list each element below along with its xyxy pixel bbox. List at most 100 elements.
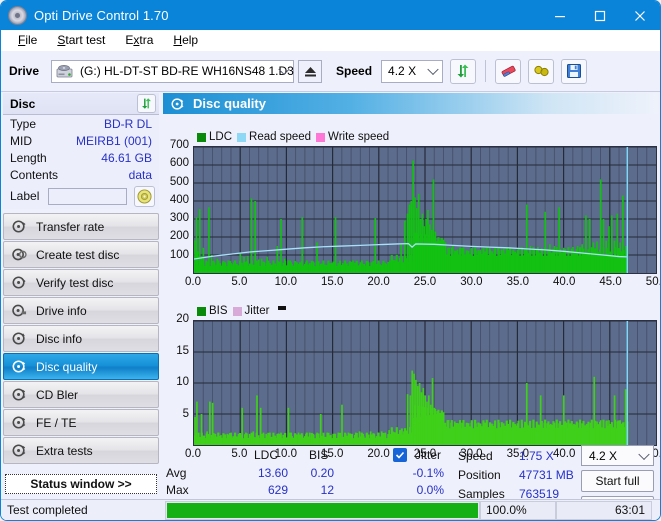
refresh-button[interactable] <box>450 58 477 84</box>
chart-bis-legend: BIS Jitter <box>197 305 287 317</box>
legend-label: BIS <box>209 305 228 317</box>
legend-swatch <box>237 132 247 142</box>
drive-select[interactable]: (G:) HL-DT-ST BD-RE WH16NS48 1.D3 <box>51 59 295 83</box>
x-axis-tick: 25.0 <box>413 276 437 288</box>
stats-speed-select[interactable]: 4.2 X <box>581 445 654 466</box>
disc-quality-icon <box>12 360 26 373</box>
x-axis-tick: 15.0 <box>320 276 344 288</box>
legend-label: LDC <box>209 131 233 143</box>
sidebar-item-cd-bler[interactable]: CD Bler <box>3 381 159 408</box>
erase-button[interactable] <box>495 58 522 84</box>
disc-row-value: 46.61 GB <box>101 150 152 165</box>
disc-panel-header: Disc <box>3 93 159 115</box>
save-button[interactable] <box>561 58 588 84</box>
toolbar-separator <box>485 60 487 82</box>
y-axis-tick-left: 300 <box>169 212 189 225</box>
stats-speed-label: Speed <box>458 449 493 463</box>
x-axis-tick: 50.0 <box>645 276 660 288</box>
status-bar: Test completed 100.0% 63:01 <box>1 499 660 520</box>
speed-value: 4.2 X <box>388 64 417 78</box>
chart-bis-plot <box>193 320 657 446</box>
disc-refresh-button[interactable] <box>137 94 156 113</box>
menu-bar: FFileile Start test Extra Help <box>1 30 660 51</box>
window-title: Opti Drive Control 1.70 <box>34 8 169 23</box>
legend-label: Write speed <box>328 131 390 143</box>
stats-row-max-jitter: 0.0% <box>416 483 444 497</box>
menu-start-test[interactable]: Start test <box>48 31 116 49</box>
stats-position-value: 47731 MB <box>519 468 574 482</box>
disc-row-key: Type <box>10 116 37 131</box>
disc-label-input[interactable] <box>48 187 128 205</box>
sidebar: Disc Type BD-R DL MID MEIRB1 (001) Lengt… <box>1 92 161 520</box>
elapsed-time: 63:01 <box>556 500 652 520</box>
maximize-icon[interactable] <box>580 1 620 30</box>
main-body: Disc Type BD-R DL MID MEIRB1 (001) Lengt… <box>1 92 660 520</box>
eraser-icon <box>501 65 516 77</box>
sidebar-item-label: Transfer rate <box>36 219 105 234</box>
legend-item-read-speed: Read speed <box>237 131 311 143</box>
disc-row-length: Length 46.61 GB <box>3 149 159 166</box>
sidebar-item-label: Drive info <box>36 303 87 318</box>
check-icon <box>395 451 405 459</box>
refresh-icon <box>142 98 151 109</box>
menu-extra[interactable]: Extra <box>116 31 164 49</box>
start-full-button[interactable]: Start full <box>581 470 654 492</box>
disc-info-icon <box>12 332 25 345</box>
stats-speed-select-value: 4.2 X <box>589 448 618 463</box>
y-axis-tick-left: 400 <box>169 193 189 206</box>
sidebar-item-label: Extra tests <box>36 443 93 458</box>
status-window-button[interactable]: Status window >> <box>5 474 157 494</box>
sidebar-item-disc-info[interactable]: Disc info <box>3 325 159 352</box>
jitter-label: Jitter <box>415 448 442 462</box>
sidebar-item-transfer-rate[interactable]: Transfer rate <box>3 213 159 240</box>
chart-bis-canvas <box>194 321 656 445</box>
y-axis-tick-left: 15 <box>176 344 189 357</box>
menu-help[interactable]: Help <box>164 31 209 49</box>
disc-bler-icon <box>12 388 26 401</box>
jitter-checkbox[interactable] <box>393 448 407 462</box>
disc-row-value: BD-R DL <box>103 116 152 131</box>
drive-label: Drive <box>9 64 40 78</box>
panel-title: Disc quality <box>193 96 266 111</box>
sidebar-item-drive-info[interactable]: Drive info <box>3 297 159 324</box>
stats-row-avg-bis: 0.20 <box>310 466 334 480</box>
disc-row-key: MID <box>10 133 32 148</box>
x-axis-tick: 20.0 <box>367 276 390 288</box>
disc-quality-icon <box>171 97 184 110</box>
stats-position-label: Position <box>458 468 501 482</box>
speed-select[interactable]: 4.2 X <box>381 59 444 83</box>
close-icon[interactable] <box>620 1 660 30</box>
chevron-down-icon <box>638 448 650 460</box>
glasses-button[interactable] <box>528 58 555 84</box>
y-axis-tick-left: 100 <box>169 248 189 261</box>
y-axis-tick-left: 20 <box>176 313 189 325</box>
disc-row-mid: MID MEIRB1 (001) <box>3 132 159 149</box>
legend-item-bis: BIS <box>197 305 228 317</box>
sidebar-item-label: CD Bler <box>36 387 79 402</box>
eject-button[interactable] <box>298 59 323 83</box>
eject-icon <box>304 66 316 76</box>
save-floppy-icon <box>567 64 582 78</box>
disc-row-contents: Contents data <box>3 166 159 183</box>
progress-bar-fill <box>167 502 478 518</box>
sidebar-item-label: FE / TE <box>36 415 77 430</box>
y-axis-tick-left: 600 <box>169 157 189 170</box>
sidebar-nav: Transfer rate Create test disc Verify te… <box>1 213 161 464</box>
sidebar-item-create-test-disc[interactable]: Create test disc <box>3 241 159 268</box>
application-window: Opti Drive Control 1.70 FFileile Start t… <box>0 0 661 521</box>
window-controls <box>540 1 660 30</box>
stats-speed-value: 1.75 X <box>519 449 554 463</box>
app-disc-icon <box>8 6 27 25</box>
refresh-icon <box>457 64 469 78</box>
disc-drive-icon <box>12 304 27 317</box>
sidebar-item-verify-test-disc[interactable]: Verify test disc <box>3 269 159 296</box>
disc-create-icon <box>12 248 27 261</box>
progress-percent: 100.0% <box>480 500 556 520</box>
sidebar-item-extra-tests[interactable]: Extra tests <box>3 437 159 464</box>
disc-row-value: MEIRB1 (001) <box>75 133 152 148</box>
sidebar-item-disc-quality[interactable]: Disc quality <box>3 353 159 380</box>
x-axis-tick: 5.0 <box>231 276 248 288</box>
sidebar-item-fe-te[interactable]: FE / TE <box>3 409 159 436</box>
menu-file[interactable]: FFileile <box>9 31 48 49</box>
minimize-icon[interactable] <box>540 1 580 30</box>
